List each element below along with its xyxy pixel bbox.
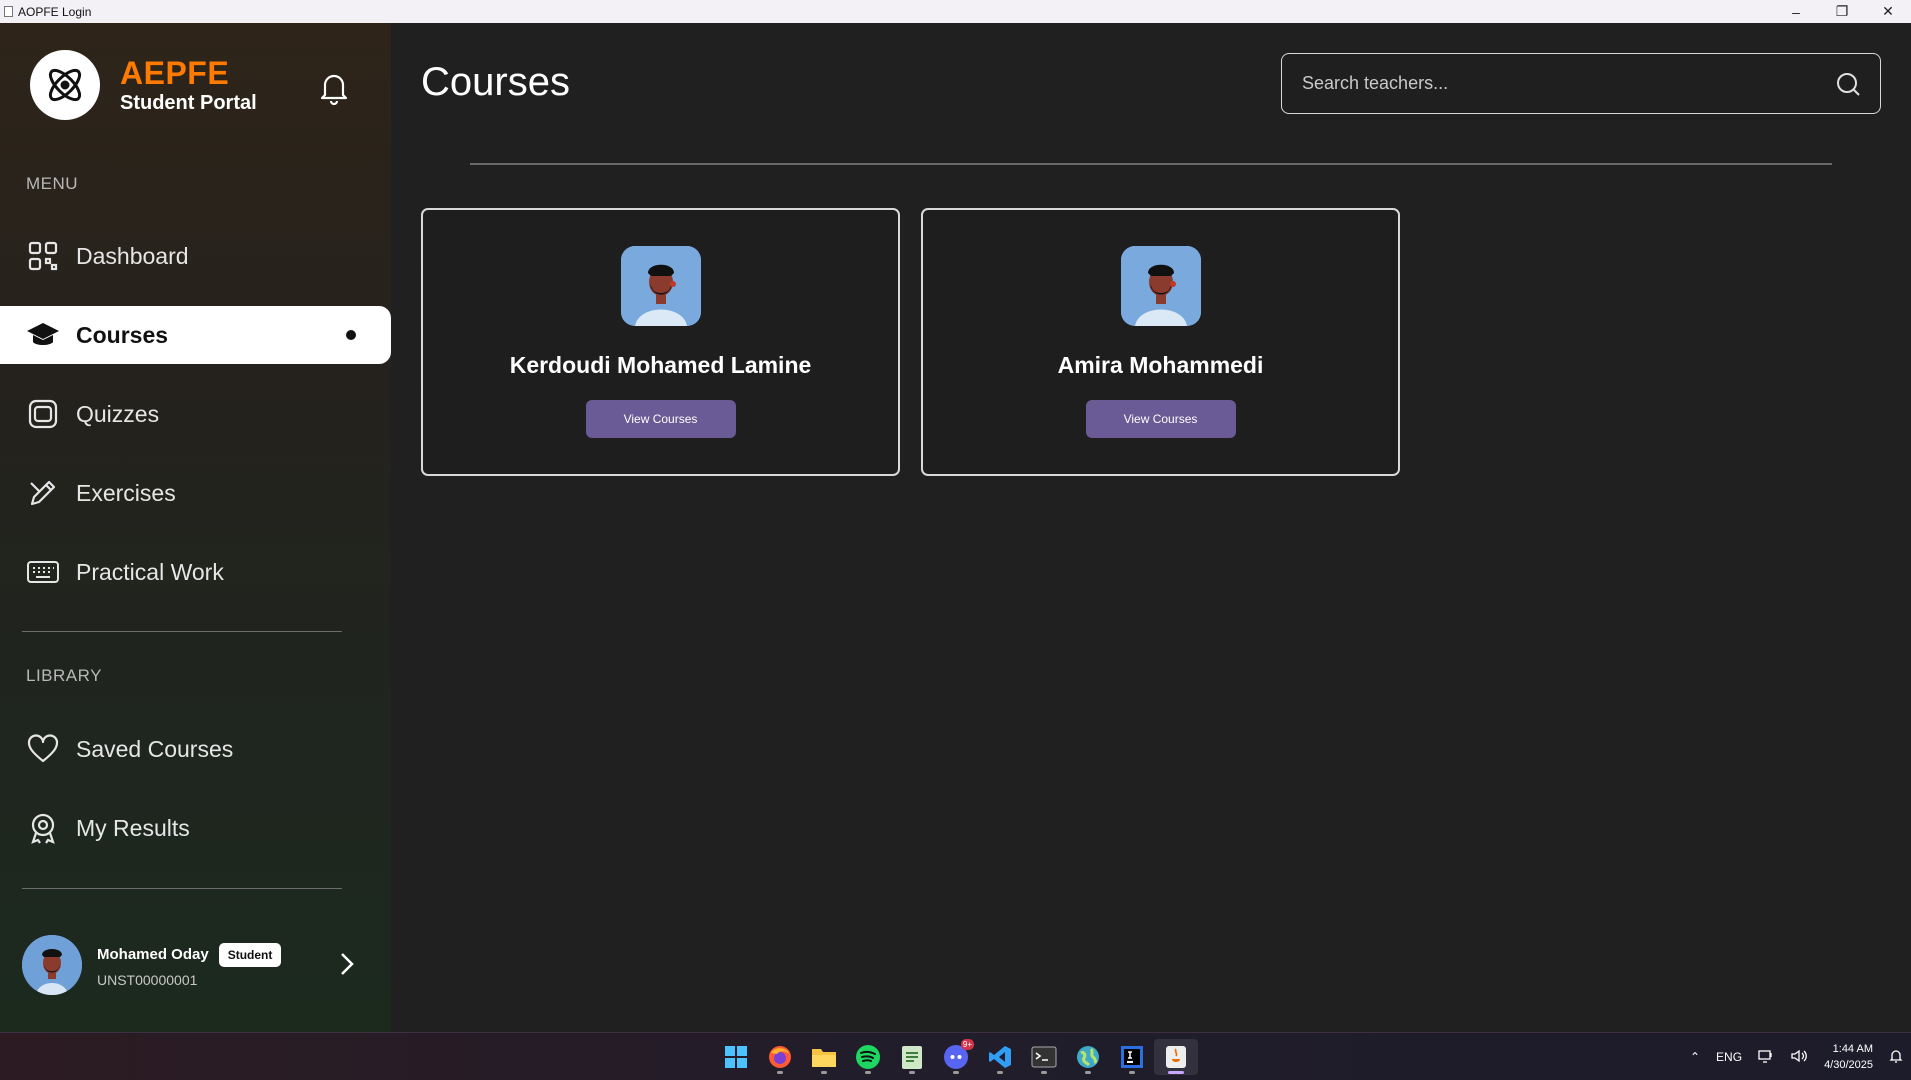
avatar <box>22 935 82 995</box>
search-bar <box>1281 53 1881 114</box>
grid-icon <box>26 239 60 273</box>
pencil-icon <box>26 476 60 510</box>
sidebar-item-saved-courses[interactable]: Saved Courses <box>0 720 391 778</box>
teacher-card: Amira Mohammedi View Courses <box>921 208 1400 476</box>
keyboard-icon <box>26 555 60 589</box>
intellij-icon[interactable] <box>1110 1039 1154 1075</box>
volume-icon[interactable] <box>1790 1049 1808 1066</box>
search-input[interactable] <box>1282 54 1828 113</box>
brand: AEPFE Student Portal <box>30 50 257 120</box>
vscode-icon[interactable] <box>978 1039 1022 1075</box>
sidebar-item-exercises[interactable]: Exercises <box>0 464 391 522</box>
chevron-up-icon[interactable]: ⌃ <box>1690 1050 1700 1064</box>
sidebar-item-label: Dashboard <box>76 242 189 269</box>
brand-subtitle: Student Portal <box>120 92 257 114</box>
user-name: Mohamed Oday <box>97 946 209 963</box>
quiz-icon <box>26 397 60 431</box>
active-indicator-dot <box>346 330 356 340</box>
globe-icon[interactable] <box>1066 1039 1110 1075</box>
minimize-button[interactable]: – <box>1773 0 1819 23</box>
sidebar-item-label: Exercises <box>76 479 176 506</box>
view-courses-button[interactable]: View Courses <box>1085 400 1236 438</box>
sidebar: AEPFE Student Portal MENU Dashboard Cour… <box>0 23 391 1032</box>
java-icon[interactable] <box>1154 1039 1198 1075</box>
page-title: Courses <box>421 60 570 104</box>
bell-icon[interactable] <box>316 68 352 108</box>
discord-icon[interactable]: 9+ <box>934 1039 978 1075</box>
spotify-icon[interactable] <box>846 1039 890 1075</box>
sidebar-item-label: My Results <box>76 814 190 841</box>
sidebar-divider <box>22 888 342 889</box>
window-controls: – ❐ ✕ <box>1773 0 1911 23</box>
discord-badge: 9+ <box>960 1039 974 1050</box>
clock-date: 4/30/2025 <box>1824 1059 1873 1071</box>
brand-name: AEPFE <box>120 55 230 91</box>
sidebar-item-my-results[interactable]: My Results <box>0 799 391 857</box>
language-indicator[interactable]: ENG <box>1716 1050 1742 1064</box>
library-label: LIBRARY <box>26 666 102 685</box>
taskbar: 9+ ⌃ ENG 1:44 AM 4/30/2025 <box>0 1032 1911 1080</box>
sidebar-item-dashboard[interactable]: Dashboard <box>0 227 391 285</box>
notification-bell-icon[interactable] <box>1889 1048 1903 1067</box>
file-explorer-icon[interactable] <box>802 1039 846 1075</box>
atom-logo-icon <box>30 50 100 120</box>
clock[interactable]: 1:44 AM 4/30/2025 <box>1824 1041 1873 1073</box>
sidebar-divider <box>22 631 342 632</box>
sidebar-item-quizzes[interactable]: Quizzes <box>0 385 391 443</box>
chevron-right-icon[interactable] <box>332 949 362 979</box>
content-divider <box>470 163 1832 165</box>
award-icon <box>26 811 60 845</box>
sidebar-item-label: Saved Courses <box>76 735 234 762</box>
sidebar-item-label: Courses <box>76 321 169 348</box>
heart-icon <box>26 732 60 766</box>
user-id: UNST00000001 <box>97 971 198 988</box>
network-icon[interactable] <box>1758 1049 1774 1066</box>
graduation-cap-icon <box>26 318 60 352</box>
app-icon <box>4 6 13 17</box>
view-courses-button[interactable]: View Courses <box>585 400 736 438</box>
firefox-icon[interactable] <box>758 1039 802 1075</box>
window-title: AOPFE Login <box>18 4 92 19</box>
taskbar-apps: 9+ <box>714 1039 1198 1075</box>
teacher-avatar <box>1120 246 1201 326</box>
system-tray: ⌃ ENG 1:44 AM 4/30/2025 <box>1682 1033 1911 1080</box>
teacher-name: Amira Mohammedi <box>1057 352 1264 378</box>
sidebar-item-label: Practical Work <box>76 558 224 585</box>
sidebar-item-label: Quizzes <box>76 400 160 427</box>
terminal-icon[interactable] <box>1022 1039 1066 1075</box>
teacher-card: Kerdoudi Mohamed Lamine View Courses <box>421 208 900 476</box>
sidebar-item-practical-work[interactable]: Practical Work <box>0 543 391 601</box>
menu-label: MENU <box>26 174 79 193</box>
role-badge: Student <box>218 942 282 967</box>
clock-time: 1:44 AM <box>1832 1043 1873 1055</box>
teacher-avatar <box>620 246 701 326</box>
close-button[interactable]: ✕ <box>1865 0 1911 23</box>
user-profile[interactable]: Mohamed Oday Student UNST00000001 <box>22 933 362 997</box>
window-titlebar: AOPFE Login – ❐ ✕ <box>0 0 1911 23</box>
teacher-name: Kerdoudi Mohamed Lamine <box>509 352 812 378</box>
search-icon[interactable] <box>1828 64 1868 104</box>
restore-button[interactable]: ❐ <box>1819 0 1865 23</box>
windows-start-icon[interactable] <box>714 1039 758 1075</box>
notepad-icon[interactable] <box>890 1039 934 1075</box>
sidebar-item-courses[interactable]: Courses <box>0 306 391 364</box>
